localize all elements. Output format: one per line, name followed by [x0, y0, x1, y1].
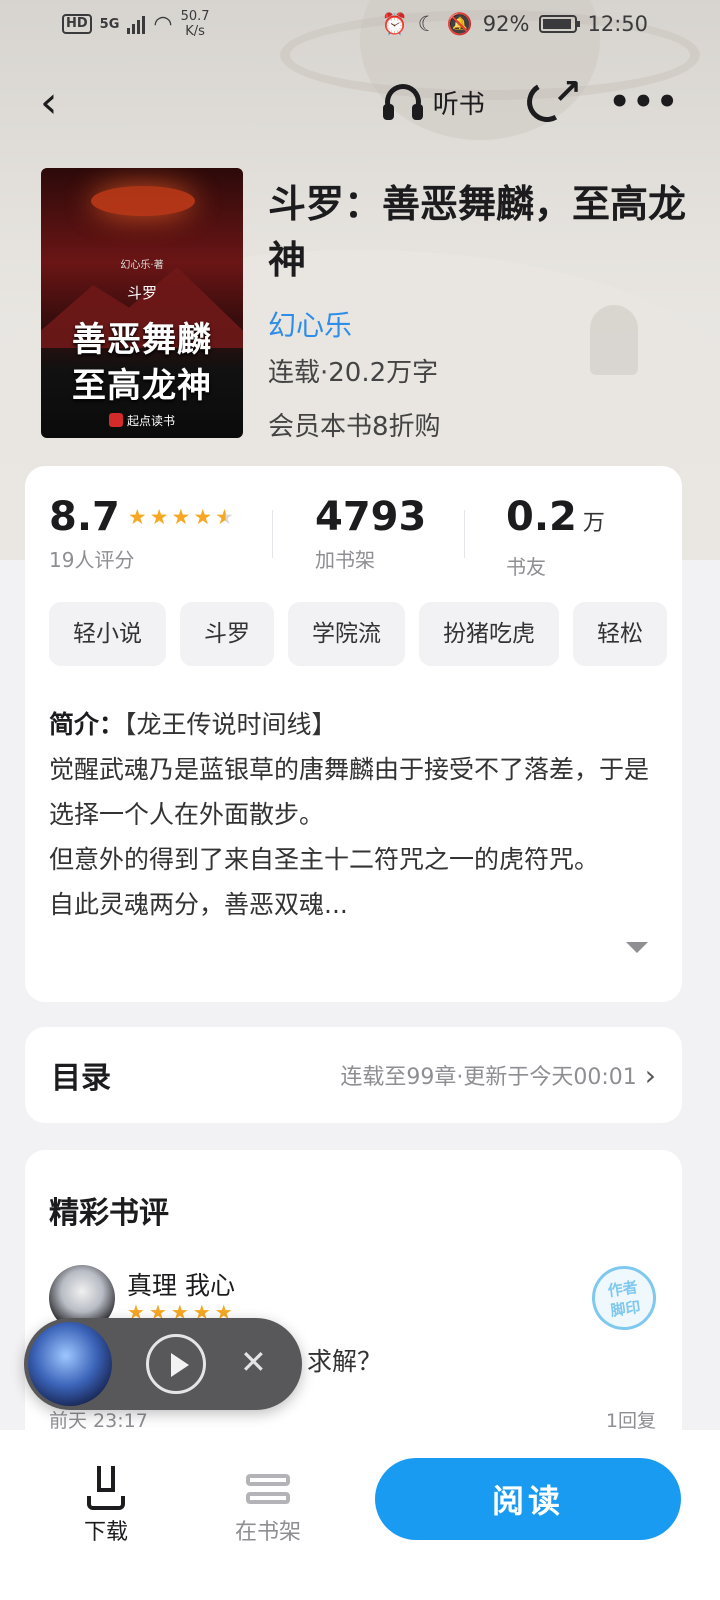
- cover-title-line-1: 善恶舞麟: [72, 320, 212, 360]
- tag-list: 轻小说 斗罗 学院流 扮猪吃虎 轻松: [49, 602, 682, 666]
- book-detail-card: 8.7 ★ ★ ★ ★ ★ 19人评分 4793 加书架 0.2 万 书友 轻小说 斗罗 学院流…: [25, 466, 682, 1002]
- star-full-icon: ★: [127, 505, 147, 529]
- star-full-icon: ★: [171, 505, 191, 529]
- floating-audio-player[interactable]: ✕: [24, 1318, 302, 1410]
- hd-icon: HD: [62, 14, 92, 34]
- cover-burst: [91, 186, 195, 216]
- book-cover[interactable]: 幻心乐·著 斗罗 善恶舞麟 至高龙神 起点读书: [41, 168, 243, 438]
- headphones-icon: [381, 82, 425, 122]
- bookshelf-icon: [246, 1466, 290, 1510]
- download-button[interactable]: 下载: [46, 1458, 166, 1546]
- tag-chip[interactable]: 斗罗: [180, 602, 274, 666]
- stats-row: 8.7 ★ ★ ★ ★ ★ 19人评分 4793 加书架 0.2 万 书友: [25, 494, 682, 579]
- more-icon[interactable]: •••: [609, 82, 680, 122]
- player-cover-image[interactable]: [28, 1322, 112, 1406]
- rating-value: 8.7: [49, 494, 120, 540]
- network-speed: 50.7 K/s: [180, 9, 210, 39]
- back-button[interactable]: ‹: [40, 77, 80, 128]
- signal-icon: [127, 14, 146, 34]
- cover-title-line-2: 至高龙神: [72, 366, 212, 406]
- synopsis-paragraph: 自此灵魂两分，善恶双魂...: [49, 890, 348, 919]
- rating-stat[interactable]: 8.7 ★ ★ ★ ★ ★ 19人评分: [49, 494, 234, 573]
- wifi-icon: ◠: [153, 11, 173, 37]
- rating-label: 19人评分: [49, 548, 135, 572]
- member-promo: 会员本书8折购: [268, 412, 441, 442]
- synopsis-paragraph: 觉醒武魂乃是蓝银草的唐舞麟由于接受不了落差，于是选择一个人在外面散步。: [49, 755, 650, 829]
- synopsis-lead: 简介：: [49, 710, 125, 739]
- battery-fill: [543, 19, 572, 29]
- star-full-icon: ★: [193, 505, 213, 529]
- on-shelf-label: 在书架: [234, 1520, 301, 1545]
- divider: [464, 510, 465, 558]
- star-half-icon: ★: [215, 505, 234, 529]
- moon-icon: ☾: [417, 12, 437, 36]
- cover-brand: 起点读书: [41, 412, 243, 429]
- alarm-icon: ⏰: [381, 11, 408, 36]
- rating-stars: ★ ★ ★ ★ ★: [128, 507, 234, 528]
- shelf-stat: 4793 加书架: [315, 494, 426, 573]
- friends-stat[interactable]: 0.2 万 书友: [506, 494, 605, 580]
- network-type: 5G: [99, 16, 120, 32]
- battery-icon: [539, 15, 581, 33]
- cover-small-title: 斗罗: [126, 284, 157, 302]
- author-footprint-badge: 作者 脚印: [587, 1261, 661, 1335]
- toc-row[interactable]: 目录 连载至99章·更新于今天00:01 ›: [25, 1027, 682, 1123]
- close-icon[interactable]: ✕: [240, 1344, 267, 1380]
- tag-chip[interactable]: 学院流: [288, 602, 405, 666]
- on-shelf-button[interactable]: 在书架: [208, 1458, 328, 1546]
- reviews-title: 精彩书评: [49, 1196, 169, 1231]
- review-text[interactable]: 求解？: [307, 1342, 382, 1378]
- author-link[interactable]: 幻心乐: [268, 304, 352, 344]
- qidian-logo-icon: [108, 413, 123, 427]
- bg-figure: [590, 305, 638, 375]
- play-icon[interactable]: [146, 1334, 206, 1394]
- status-bar: HD 5G ◠ 50.7 K/s ⏰ ☾ 🔕 92% 12:50: [0, 0, 720, 48]
- shelf-count: 4793: [315, 494, 427, 540]
- friends-label: 书友: [506, 555, 546, 579]
- tag-chip[interactable]: 扮猪吃虎: [419, 602, 559, 666]
- clock: 12:50: [587, 12, 648, 36]
- download-icon: [87, 1466, 125, 1510]
- listen-label: 听书: [432, 89, 485, 120]
- cover-author: 幻心乐·著: [120, 260, 164, 271]
- expand-icon[interactable]: [626, 942, 648, 953]
- top-nav: ‹ 听书 •••: [0, 70, 720, 134]
- reviewer-name[interactable]: 真理 我心: [127, 1266, 235, 1302]
- friends-count: 0.2: [506, 494, 577, 540]
- divider: [272, 510, 273, 558]
- review-reply-count[interactable]: 1回复: [606, 1406, 656, 1433]
- chevron-right-icon: ›: [644, 1058, 656, 1092]
- tag-chip[interactable]: 轻小说: [49, 602, 166, 666]
- review-date: 前天 23:17: [49, 1410, 148, 1432]
- friends-unit: 万: [582, 511, 605, 536]
- shelf-label: 加书架: [315, 548, 375, 572]
- read-button[interactable]: 阅读: [375, 1458, 681, 1540]
- share-icon[interactable]: [522, 77, 572, 127]
- bottom-action-bar: 下载 在书架 阅读: [0, 1430, 720, 1600]
- toc-meta: 连载至99章·更新于今天00:01 ›: [340, 1058, 656, 1092]
- synopsis[interactable]: 简介：【龙王传说时间线】 觉醒武魂乃是蓝银草的唐舞麟由于接受不了落差，于是选择一…: [49, 702, 649, 927]
- toc-title: 目录: [51, 1061, 111, 1096]
- listen-button[interactable]: 听书: [381, 82, 485, 122]
- book-title: 斗罗：善恶舞麟，至高龙神: [268, 182, 687, 282]
- tag-chip[interactable]: 轻松: [573, 602, 667, 666]
- battery-percent: 92%: [482, 12, 530, 36]
- reviews-card: 精彩书评 真理 我心 ★ ★ ★ ★ ★ 作者 脚印 求解？ 前天 23:17 1回复: [25, 1150, 682, 1470]
- synopsis-paragraph: 但意外的得到了来自圣主十二符咒之一的虎符咒。: [49, 845, 600, 874]
- download-label: 下载: [83, 1520, 128, 1545]
- synopsis-line-1: 【龙王传说时间线】: [124, 710, 337, 739]
- star-full-icon: ★: [149, 505, 169, 529]
- book-meta: 连载·20.2万字: [268, 358, 439, 388]
- mute-icon: 🔕: [446, 11, 473, 36]
